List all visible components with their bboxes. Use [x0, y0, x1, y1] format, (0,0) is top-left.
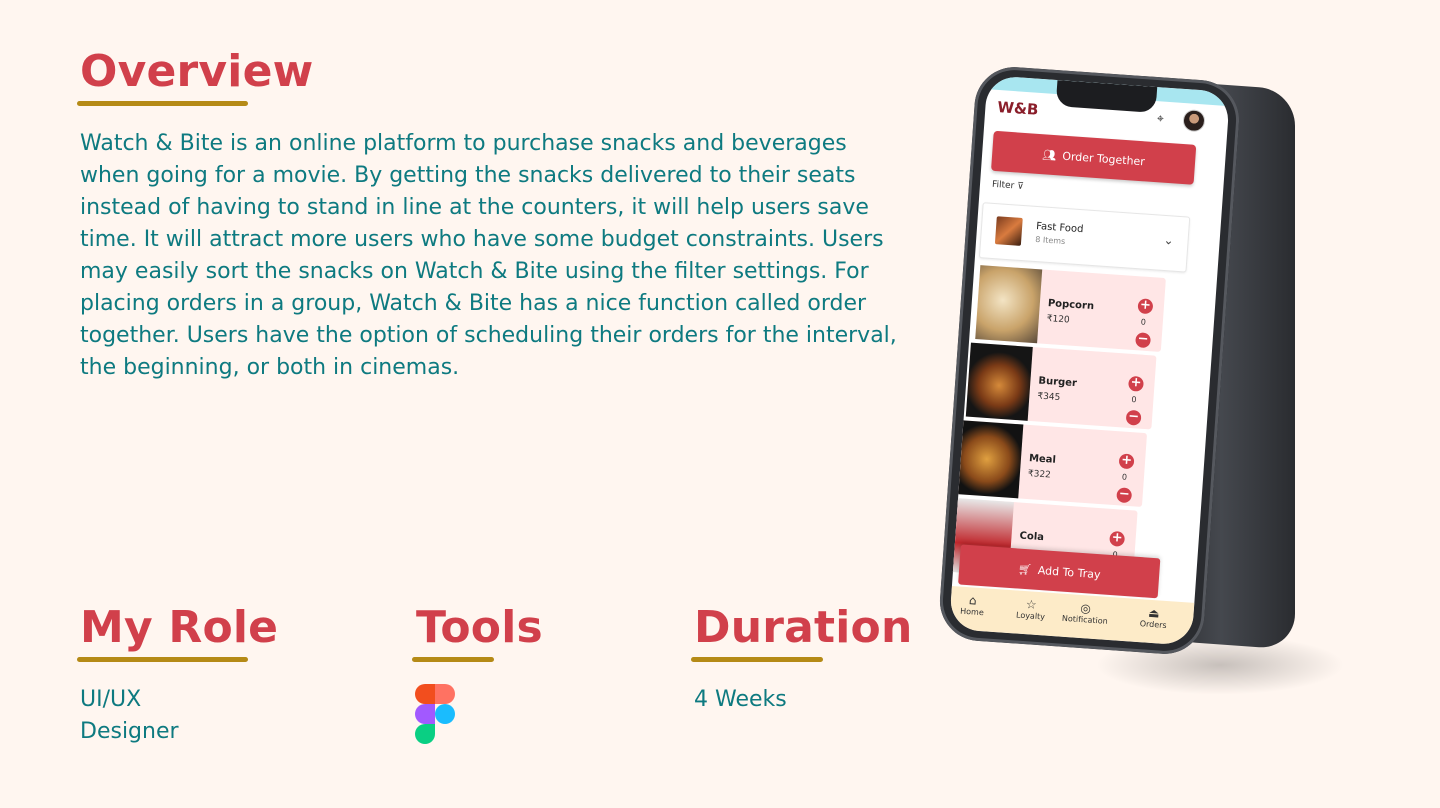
filter-label: Filter	[991, 179, 1015, 192]
item-qty: 0	[1121, 472, 1128, 482]
burger-image	[965, 342, 1033, 421]
phone-notch	[1055, 80, 1158, 113]
remove-icon[interactable]: −	[1125, 409, 1142, 426]
tools-underline	[412, 657, 494, 662]
group-icon: 👥︎	[1041, 147, 1057, 162]
location-pin-icon[interactable]: ⌖	[1157, 111, 1165, 126]
nav-label: Home	[959, 606, 985, 618]
add-icon[interactable]: +	[1109, 530, 1126, 547]
duration-value: 4 Weeks	[694, 687, 787, 712]
add-icon[interactable]: +	[1127, 375, 1144, 392]
avatar[interactable]	[1182, 108, 1206, 133]
nav-label: Notification	[1061, 613, 1109, 626]
meal-image	[956, 420, 1024, 499]
phone-mockup: W&B ⌖ 👥︎ Order Together Filter ⊽ Fast Fo…	[937, 55, 1365, 695]
category-dropdown[interactable]: Fast Food 8 Items ⌄	[978, 202, 1191, 273]
nav-notification[interactable]: ◎ Notification	[1062, 600, 1109, 626]
cart-icon: 🛒︎	[1017, 562, 1033, 576]
order-together-button[interactable]: 👥︎ Order Together	[991, 130, 1197, 185]
nav-home[interactable]: ⌂ Home	[959, 593, 985, 618]
category-count: 8 Items	[1034, 234, 1066, 247]
item-price: ₹345	[1037, 391, 1061, 404]
item-qty: 0	[1140, 317, 1147, 327]
app-screen: W&B ⌖ 👥︎ Order Together Filter ⊽ Fast Fo…	[948, 75, 1231, 646]
category-name: Fast Food	[1035, 220, 1084, 236]
funnel-icon: ⊽	[1016, 181, 1025, 192]
item-price: ₹120	[1046, 313, 1070, 326]
list-item-popcorn: Popcorn ₹120 + 0 −	[975, 265, 1166, 352]
list-item-burger: Burger ₹345 + 0 −	[965, 342, 1157, 430]
duration-heading: Duration	[694, 602, 913, 653]
nav-orders[interactable]: ⏏ Orders	[1139, 605, 1167, 630]
overview-underline	[77, 101, 248, 106]
item-name: Burger	[1038, 375, 1078, 390]
add-icon[interactable]: +	[1118, 452, 1135, 470]
item-name: Cola	[1019, 530, 1045, 544]
item-name: Meal	[1028, 453, 1057, 466]
nav-label: Orders	[1139, 619, 1167, 631]
category-thumbnail	[994, 216, 1023, 246]
list-item-meal: Meal ₹322 + 0 −	[956, 420, 1148, 508]
phone-body: W&B ⌖ 👥︎ Order Together Filter ⊽ Fast Fo…	[937, 64, 1242, 657]
add-icon[interactable]: +	[1137, 297, 1154, 315]
tools-heading: Tools	[416, 602, 543, 653]
order-together-label: Order Together	[1061, 149, 1146, 168]
item-price: ₹322	[1027, 468, 1052, 481]
filter-button[interactable]: Filter ⊽	[992, 180, 1024, 192]
item-qty: 0	[1131, 395, 1137, 405]
app-logo: W&B	[996, 97, 1040, 119]
role-heading: My Role	[80, 602, 279, 653]
remove-icon[interactable]: −	[1116, 486, 1133, 504]
popcorn-image	[975, 265, 1043, 344]
nav-loyalty[interactable]: ☆ Loyalty	[1015, 597, 1046, 622]
figma-icon	[415, 684, 455, 744]
duration-underline	[691, 657, 823, 662]
role-underline	[77, 657, 248, 662]
item-name: Popcorn	[1047, 297, 1095, 313]
overview-text: Watch & Bite is an online platform to pu…	[80, 131, 897, 380]
add-to-tray-label: Add To Tray	[1037, 563, 1101, 581]
chevron-down-icon: ⌄	[1163, 232, 1175, 248]
remove-icon[interactable]: −	[1135, 331, 1152, 349]
role-value: UI/UX Designer	[80, 687, 179, 744]
nav-label: Loyalty	[1015, 610, 1046, 622]
overview-heading: Overview	[80, 46, 314, 97]
